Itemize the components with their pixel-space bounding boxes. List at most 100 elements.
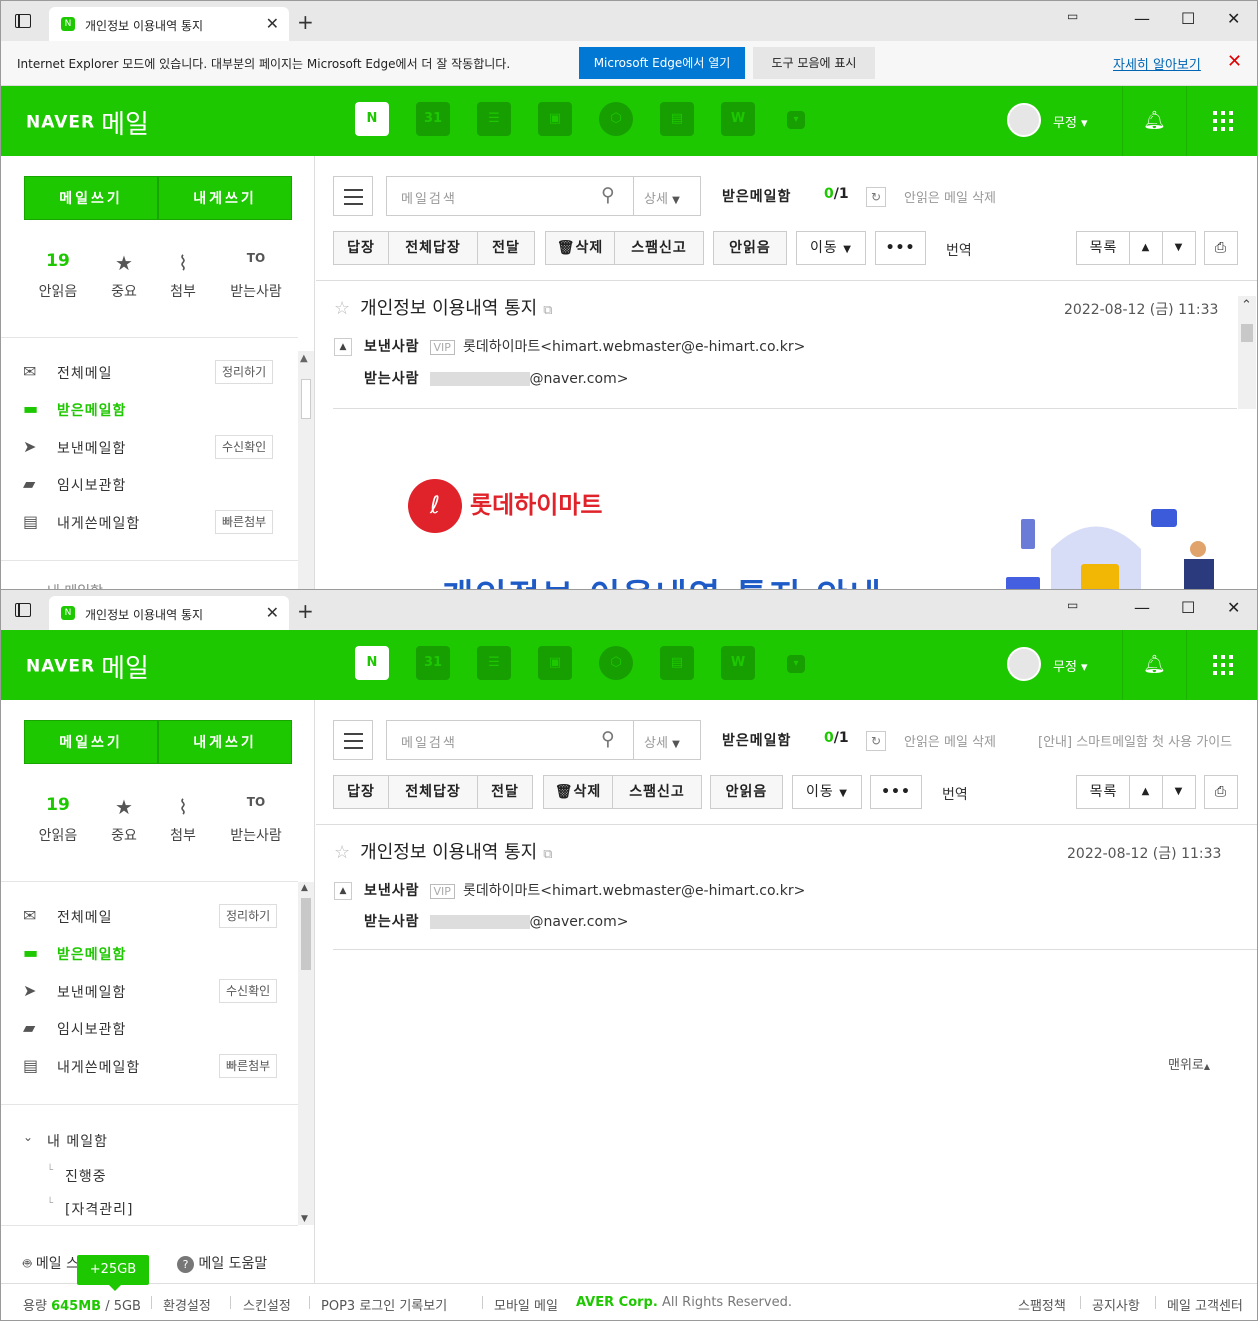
naver-mail-logo[interactable]: NAVER 메일 (26, 648, 149, 685)
sidebar-toggle-icon[interactable] (15, 14, 31, 28)
write-to-me-button[interactable]: 내게쓰기 (158, 176, 292, 220)
close-tab-icon[interactable]: ✕ (266, 14, 279, 33)
mobile-mail-link[interactable]: 모바일 메일 (494, 1295, 558, 1314)
browser-tab[interactable]: N 개인정보 이용내역 통지 ✕ (49, 7, 289, 41)
sender-address[interactable]: 롯데하이마트<himart.webmaster@e-himart.co.kr> (463, 339, 805, 355)
next-mail-button[interactable]: ▼ (1162, 231, 1196, 265)
forward-button[interactable]: 전달 (477, 231, 535, 265)
smart-mailbox-guide-link[interactable]: [안내] 스마트메일함 첫 사용 가이드 (1038, 731, 1232, 750)
reply-all-button[interactable]: 전체답장 (388, 775, 478, 809)
folder-drafts[interactable]: ▰ 임시보관함 (23, 1016, 288, 1040)
maximize-button[interactable]: ☐ (1181, 598, 1195, 617)
attachment-filter[interactable]: ⌇ 첨부 (153, 251, 213, 301)
my-mailbox-toggle[interactable]: ⌄ 내 메일함 (23, 1128, 223, 1152)
spam-report-button[interactable]: 스팸신고 (614, 231, 704, 265)
open-new-window-icon[interactable]: ⧉ (543, 847, 552, 862)
folder-sent[interactable]: ➤ 보낸메일함 수신확인 (23, 435, 283, 459)
minimize-button[interactable]: — (1134, 598, 1150, 617)
scroll-up-icon[interactable]: ⌃ (1241, 298, 1252, 313)
more-actions-button[interactable]: ••• (870, 775, 922, 809)
folder-all-mail[interactable]: ✉ 전체메일 정리하기 (23, 360, 283, 384)
print-icon[interactable]: ⎙ (1204, 775, 1238, 809)
delete-unread-link[interactable]: 안읽은 메일 삭제 (904, 731, 996, 750)
mail-app-icon[interactable]: N (355, 102, 389, 136)
refresh-icon[interactable]: ↻ (866, 187, 886, 207)
folder-to-me[interactable]: ▤ 내게쓴메일함 빠른첨부 (23, 1054, 288, 1078)
star-icon[interactable]: ☆ (334, 842, 350, 863)
ie-mode-icon[interactable]: ▭ (1067, 9, 1078, 23)
folder-inbox[interactable]: ▬ 받은메일함 (23, 941, 288, 965)
scroll-down-icon[interactable]: ▼ (301, 1214, 308, 1224)
more-apps-icon[interactable]: ▾ (787, 111, 805, 129)
delete-button[interactable]: 🗑︎삭제 (543, 775, 613, 809)
show-in-toolbar-button[interactable]: 도구 모음에 표시 (753, 47, 875, 79)
star-icon[interactable]: ☆ (334, 298, 350, 319)
naver-mail-logo[interactable]: NAVER 메일 (26, 104, 149, 141)
folder-drafts[interactable]: ▰ 임시보관함 (23, 472, 283, 496)
vip-badge[interactable]: VIP (429, 884, 455, 899)
folder-certification[interactable]: └ [자격관리] (47, 1196, 247, 1220)
pop3-log-link[interactable]: POP3 로그인 기록보기 (321, 1295, 447, 1314)
organize-button[interactable]: 정리하기 (215, 360, 274, 384)
list-button[interactable]: 목록 (1076, 775, 1131, 809)
more-apps-icon[interactable]: ▾ (787, 655, 805, 673)
scroll-up-icon[interactable]: ▲ (301, 883, 308, 893)
sidebar-scrollbar[interactable]: ▲ ▼ (298, 882, 314, 1225)
sidebar-scrollbar[interactable]: ▲ (298, 351, 314, 589)
support-link[interactable]: 메일 고객센터 (1167, 1295, 1243, 1314)
move-dropdown[interactable]: 이동 ▼ (792, 775, 862, 809)
apps-grid-icon[interactable] (1213, 111, 1233, 131)
new-tab-button[interactable]: + (297, 10, 314, 34)
contacts-app-icon[interactable]: ▣ (538, 646, 572, 680)
delete-unread-link[interactable]: 안읽은 메일 삭제 (904, 187, 996, 206)
folder-all-mail[interactable]: ✉ 전체메일 정리하기 (23, 904, 288, 928)
collapse-icon[interactable]: ▲ (334, 882, 352, 900)
vip-badge[interactable]: VIP (429, 340, 455, 355)
settings-link[interactable]: 환경설정 (163, 1295, 211, 1314)
bell-icon[interactable]: 🔔︎ (1143, 654, 1166, 675)
sender-address[interactable]: 롯데하이마트<himart.webmaster@e-himart.co.kr> (463, 883, 805, 899)
recipient-address[interactable]: @naver.com> (530, 371, 629, 387)
memo-app-icon[interactable]: ▤ (660, 646, 694, 680)
search-detail-dropdown[interactable]: 상세 ▼ (634, 176, 701, 216)
refresh-icon[interactable]: ↻ (866, 731, 886, 751)
mybox-app-icon[interactable]: ⬡ (599, 102, 633, 136)
mail-app-icon[interactable]: N (355, 646, 389, 680)
collapse-icon[interactable]: ▲ (334, 338, 352, 356)
memo-app-icon[interactable]: ▤ (660, 102, 694, 136)
calendar-app-icon[interactable]: 31 (416, 102, 450, 136)
write-to-me-button[interactable]: 내게쓰기 (158, 720, 292, 764)
folder-sent[interactable]: ➤ 보낸메일함 수신확인 (23, 979, 288, 1003)
scrollbar-thumb[interactable] (1241, 324, 1253, 342)
attachment-filter[interactable]: ⌇ 첨부 (153, 795, 213, 845)
sidebar-toggle-icon[interactable] (15, 603, 31, 617)
spam-report-button[interactable]: 스팸신고 (612, 775, 702, 809)
search-input[interactable]: 메일검색 ⚲ (386, 176, 634, 216)
apps-grid-icon[interactable] (1213, 655, 1233, 675)
quick-attach-button[interactable]: 빠른첨부 (215, 510, 274, 534)
folder-to-me[interactable]: ▤ 내게쓴메일함 빠른첨부 (23, 510, 283, 534)
bell-icon[interactable]: 🔔︎ (1143, 110, 1166, 131)
new-tab-button[interactable]: + (297, 599, 314, 623)
important-filter[interactable]: ★ 중요 (94, 795, 154, 845)
delete-button[interactable]: 🗑︎삭제 (545, 231, 615, 265)
next-mail-button[interactable]: ▼ (1162, 775, 1196, 809)
unread-filter[interactable]: 19 안읽음 (28, 251, 88, 301)
close-window-button[interactable]: ✕ (1227, 598, 1240, 617)
browser-tab[interactable]: N 개인정보 이용내역 통지 ✕ (49, 596, 289, 630)
reply-button[interactable]: 답장 (333, 775, 389, 809)
minimize-button[interactable]: — (1134, 9, 1150, 28)
scrollbar-thumb[interactable] (301, 898, 311, 970)
read-receipt-button[interactable]: 수신확인 (219, 979, 278, 1003)
learn-more-link[interactable]: 자세히 알아보기 (1113, 54, 1201, 73)
prev-mail-button[interactable]: ▲ (1129, 775, 1163, 809)
search-icon[interactable]: ⚲ (601, 728, 615, 750)
calendar-app-icon[interactable]: 31 (416, 646, 450, 680)
mark-unread-button[interactable]: 안읽음 (710, 775, 783, 809)
storage-usage[interactable]: 용량 645MB / 5GB (23, 1295, 141, 1314)
back-to-top-link[interactable]: 맨위로▲ (1168, 1054, 1210, 1073)
close-tab-icon[interactable]: ✕ (266, 603, 279, 622)
reply-all-button[interactable]: 전체답장 (388, 231, 478, 265)
notice-link[interactable]: 공지사항 (1092, 1295, 1140, 1314)
spam-policy-link[interactable]: 스팸정책 (1018, 1295, 1066, 1314)
